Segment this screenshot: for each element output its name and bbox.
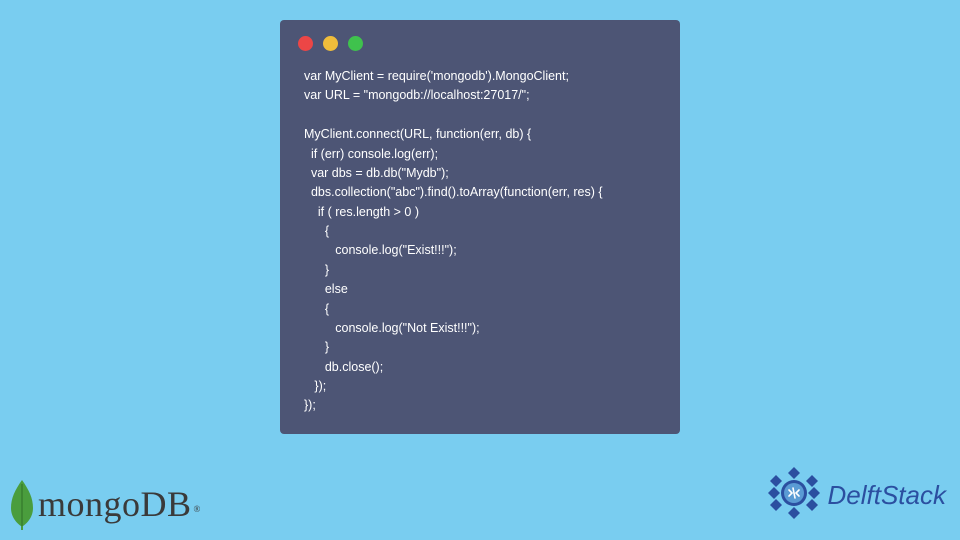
- gear-emblem-icon: [766, 465, 822, 526]
- mongodb-text: mongoDB®: [38, 483, 199, 525]
- window-titlebar: [280, 32, 680, 61]
- close-icon: [298, 36, 313, 51]
- mongodb-label: mongoDB: [38, 484, 192, 524]
- maximize-icon: [348, 36, 363, 51]
- trademark-symbol: ®: [194, 504, 201, 514]
- mongodb-logo: mongoDB®: [8, 478, 199, 530]
- minimize-icon: [323, 36, 338, 51]
- code-content: var MyClient = require('mongodb').MongoC…: [280, 61, 680, 416]
- code-window: var MyClient = require('mongodb').MongoC…: [280, 20, 680, 434]
- delftstack-logo: DelftStack: [766, 465, 947, 526]
- delftstack-text: DelftStack: [828, 480, 947, 511]
- leaf-icon: [8, 478, 36, 530]
